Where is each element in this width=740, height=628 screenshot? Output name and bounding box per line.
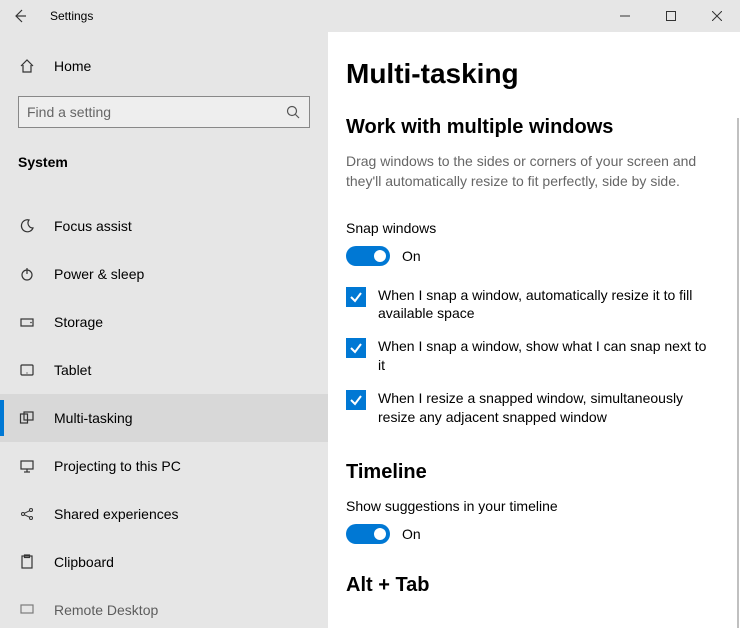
sidebar-item-label: Remote Desktop xyxy=(54,602,158,618)
timeline-state: On xyxy=(402,526,421,542)
checkbox-icon xyxy=(346,287,366,307)
section-title-alt-tab: Alt + Tab xyxy=(346,574,716,597)
sidebar-item-label: Focus assist xyxy=(54,218,132,234)
sidebar: Home System Focus assist Pow xyxy=(0,32,328,628)
sidebar-item-label: Clipboard xyxy=(54,554,114,570)
minimize-button[interactable] xyxy=(602,0,648,32)
content-pane: Multi-tasking Work with multiple windows… xyxy=(328,32,740,628)
checkbox-icon xyxy=(346,338,366,358)
snap-windows-state: On xyxy=(402,248,421,264)
sidebar-item-storage[interactable]: Storage xyxy=(0,298,328,346)
sidebar-item-label: Storage xyxy=(54,314,103,330)
power-icon xyxy=(18,266,36,282)
timeline-toggle[interactable] xyxy=(346,524,390,544)
section-desc: Drag windows to the sides or corners of … xyxy=(346,151,716,192)
sidebar-item-multi-tasking[interactable]: Multi-tasking xyxy=(0,394,328,442)
maximize-button[interactable] xyxy=(648,0,694,32)
sidebar-item-shared-experiences[interactable]: Shared experiences xyxy=(0,490,328,538)
multitask-icon xyxy=(18,410,36,426)
moon-icon xyxy=(18,218,36,234)
sidebar-home-label: Home xyxy=(54,58,91,74)
check-resize-adjacent[interactable]: When I resize a snapped window, simultan… xyxy=(346,389,716,427)
check-auto-resize[interactable]: When I snap a window, automatically resi… xyxy=(346,286,716,324)
project-icon xyxy=(18,458,36,474)
sidebar-item-label: Multi-tasking xyxy=(54,410,133,426)
check-label: When I snap a window, show what I can sn… xyxy=(378,337,716,375)
section-title-windows: Work with multiple windows xyxy=(346,116,716,139)
sidebar-item-label: Shared experiences xyxy=(54,506,179,522)
sidebar-home[interactable]: Home xyxy=(0,50,328,82)
check-snap-next[interactable]: When I snap a window, show what I can sn… xyxy=(346,337,716,375)
search-box[interactable] xyxy=(18,96,310,128)
tablet-icon xyxy=(18,362,36,378)
clipboard-icon xyxy=(18,554,36,570)
sidebar-category: System xyxy=(0,136,328,180)
timeline-label: Show suggestions in your timeline xyxy=(346,498,716,514)
check-label: When I snap a window, automatically resi… xyxy=(378,286,716,324)
share-icon xyxy=(18,506,36,522)
sidebar-item-label: Tablet xyxy=(54,362,91,378)
title-bar: Settings xyxy=(0,0,740,32)
sidebar-item-power-sleep[interactable]: Power & sleep xyxy=(0,250,328,298)
close-button[interactable] xyxy=(694,0,740,32)
section-title-timeline: Timeline xyxy=(346,461,716,484)
scrollbar[interactable] xyxy=(737,118,739,628)
sidebar-item-clipboard[interactable]: Clipboard xyxy=(0,538,328,586)
snap-windows-toggle[interactable] xyxy=(346,246,390,266)
remote-icon xyxy=(18,602,36,618)
sidebar-item-tablet[interactable]: Tablet xyxy=(0,346,328,394)
sidebar-item-label: Projecting to this PC xyxy=(54,458,181,474)
sidebar-item-projecting[interactable]: Projecting to this PC xyxy=(0,442,328,490)
sidebar-item-label: Power & sleep xyxy=(54,266,144,282)
snap-windows-label: Snap windows xyxy=(346,220,716,236)
sidebar-item-remote-desktop[interactable]: Remote Desktop xyxy=(0,586,328,628)
window-title: Settings xyxy=(50,9,93,23)
check-label: When I resize a snapped window, simultan… xyxy=(378,389,716,427)
sidebar-nav: Focus assist Power & sleep Storage Table… xyxy=(0,202,328,628)
sidebar-item-focus-assist[interactable]: Focus assist xyxy=(0,202,328,250)
storage-icon xyxy=(18,314,36,330)
search-icon xyxy=(285,104,301,120)
home-icon xyxy=(18,58,36,74)
checkbox-icon xyxy=(346,390,366,410)
back-button[interactable] xyxy=(12,8,28,24)
search-input[interactable] xyxy=(27,104,285,120)
page-title: Multi-tasking xyxy=(346,58,716,90)
